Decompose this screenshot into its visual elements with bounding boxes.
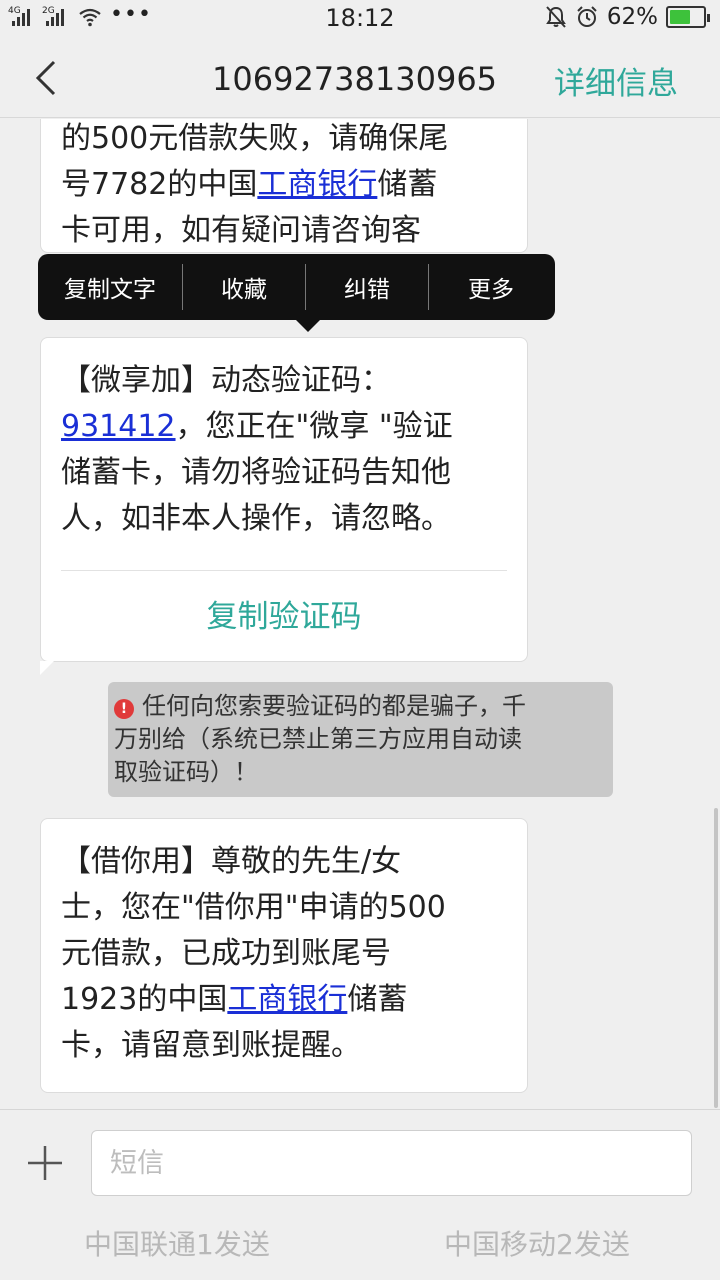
- menu-copy-text[interactable]: 复制文字: [38, 270, 182, 304]
- warning-line-1: 任何向您索要验证码的都是骗子，千: [142, 692, 526, 720]
- menu-favorite[interactable]: 收藏: [183, 270, 305, 304]
- message-2-line-1: 【微享加】动态验证码：: [61, 363, 391, 398]
- message-3-line-4: 1923的中国工商银行储蓄: [61, 982, 408, 1017]
- message-1-line-2: 号7782的中国工商银行储蓄: [61, 167, 438, 202]
- alarm-icon: [577, 6, 597, 27]
- sms-input[interactable]: 短信: [91, 1130, 692, 1196]
- message-3-line-5: 卡，请留意到账提醒。: [61, 1028, 361, 1063]
- send-via-mobile-button[interactable]: 中国移动2发送: [444, 1223, 630, 1263]
- mute-icon: [546, 6, 566, 28]
- warning-line-2: 万别给（系统已禁止第三方应用自动读: [114, 725, 522, 753]
- details-button[interactable]: 详细信息: [554, 58, 678, 103]
- message-bubble-1[interactable]: 的500元借款失败，请确保尾 号7782的中国工商银行储蓄 卡可用，如有疑问请咨…: [40, 119, 528, 253]
- copy-code-button[interactable]: 复制验证码: [61, 571, 507, 655]
- send-via-unicom-button[interactable]: 中国联通1发送: [84, 1223, 270, 1263]
- composer: 短信 中国联通1发送 中国移动2发送: [0, 1109, 720, 1280]
- warning-icon: !: [114, 699, 134, 719]
- menu-more[interactable]: 更多: [429, 270, 553, 304]
- message-3-line-3: 元借款，已成功到账尾号: [61, 936, 391, 971]
- plus-icon[interactable]: [26, 1144, 64, 1182]
- message-2-line-2: 931412，您正在"微享 "验证: [61, 409, 453, 444]
- back-button[interactable]: [30, 58, 66, 98]
- menu-report-error[interactable]: 纠错: [306, 270, 428, 304]
- verification-code-link[interactable]: 931412: [61, 409, 176, 444]
- message-3-line-1: 【借你用】尊敬的先生/女: [61, 844, 402, 879]
- message-bubble-2[interactable]: 【微享加】动态验证码： 931412，您正在"微享 "验证 储蓄卡，请勿将验证码…: [40, 337, 528, 675]
- context-menu: 复制文字 收藏 纠错 更多: [38, 254, 555, 332]
- message-1-line-1: 的500元借款失败，请确保尾: [61, 121, 449, 156]
- sender-number: 10692738130965: [212, 60, 498, 98]
- warning-line-3: 取验证码）！: [114, 758, 258, 786]
- message-1-line-3: 卡可用，如有疑问请咨询客: [61, 213, 421, 248]
- battery-percent: 62%: [606, 4, 658, 30]
- status-bar: 4G 2G ••• 18:12 62%: [0, 0, 720, 38]
- scrollbar[interactable]: [714, 808, 718, 1108]
- bank-link[interactable]: 工商银行: [257, 167, 377, 202]
- bank-link[interactable]: 工商银行: [227, 982, 347, 1017]
- security-warning: ! 任何向您索要验证码的都是骗子，千 万别给（系统已禁止第三方应用自动读 取验证码…: [108, 682, 613, 797]
- chevron-left-icon: [35, 60, 56, 96]
- conversation-header: 10692738130965 详细信息: [0, 38, 720, 118]
- message-3-line-2: 士，您在"借你用"申请的500: [61, 890, 446, 925]
- message-bubble-3[interactable]: 【借你用】尊敬的先生/女 士，您在"借你用"申请的500 元借款，已成功到账尾号…: [40, 818, 528, 1093]
- message-2-line-3: 储蓄卡，请勿将验证码告知他: [61, 455, 451, 490]
- battery-fill: [670, 10, 690, 24]
- message-2-line-4: 人，如非本人操作，请忽略。: [61, 501, 451, 536]
- battery-icon: [666, 6, 710, 28]
